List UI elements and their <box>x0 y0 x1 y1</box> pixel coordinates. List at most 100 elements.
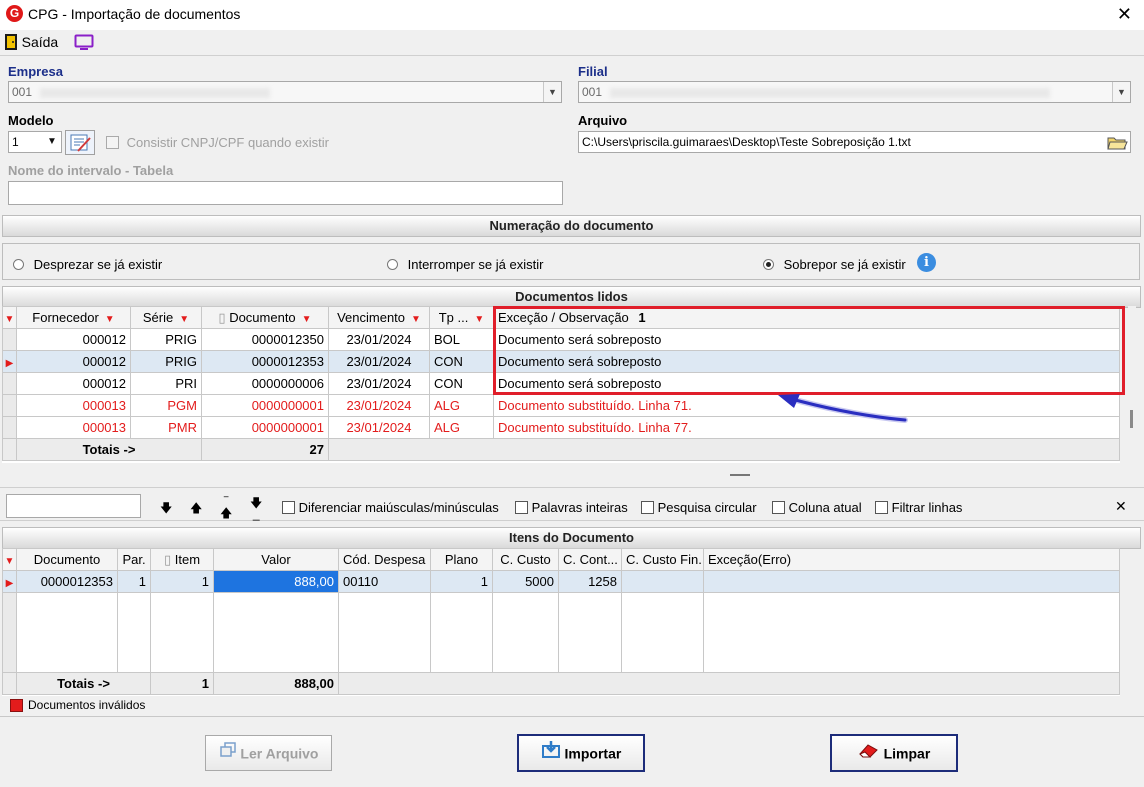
radio-desprezar[interactable]: Desprezar se já existir <box>13 256 162 272</box>
filter-icon[interactable]: ▼ <box>411 314 421 325</box>
opt-whole-checkbox[interactable] <box>515 501 528 515</box>
search-input[interactable] <box>6 494 141 518</box>
cell-cod-despesa[interactable]: 00110 <box>338 570 431 593</box>
find-next-icon[interactable]: 🡇 <box>160 499 172 520</box>
importar-button[interactable]: Importar <box>517 734 645 772</box>
table-row[interactable]: 000013 PGM 0000000001 23/01/2024 ALG Doc… <box>2 394 1120 417</box>
filter-icon[interactable]: ▼ <box>302 314 312 325</box>
scroll-thumb[interactable] <box>1130 410 1133 428</box>
col-c-cont[interactable]: C. Cont... <box>558 548 622 571</box>
filter-icon[interactable]: ▼ <box>474 314 484 325</box>
cell-fornecedor[interactable]: 000013 <box>16 416 131 439</box>
opt-case[interactable]: Diferenciar maiúsculas/minúsculas <box>282 499 499 515</box>
splitter-handle[interactable] <box>730 474 750 476</box>
filter-icon[interactable]: ▼ <box>105 314 115 325</box>
cell-c-custo-fin[interactable] <box>621 570 704 593</box>
table-row[interactable]: 000013 PMR 0000000001 23/01/2024 ALG Doc… <box>2 416 1120 439</box>
cell-tp[interactable]: CON <box>429 350 494 373</box>
find-first-icon[interactable]: ‾ 🡅 <box>220 496 232 519</box>
cell-tp[interactable]: ALG <box>429 394 494 417</box>
col-cod-despesa[interactable]: Cód. Despesa <box>338 548 431 571</box>
col-item[interactable]: ▯ Item <box>150 548 214 571</box>
cell-documento[interactable]: 0000012350 <box>201 328 329 351</box>
radio-desprezar-button[interactable] <box>13 259 24 271</box>
col-c-custo[interactable]: C. Custo <box>492 548 559 571</box>
cell-fornecedor[interactable]: 000012 <box>16 328 131 351</box>
cell-fornecedor[interactable]: 000013 <box>16 394 131 417</box>
grid-menu-icon[interactable]: ▼ <box>2 306 17 329</box>
table-row[interactable]: ▶ 0000012353 1 1 888,00 00110 1 5000 125… <box>2 570 1120 593</box>
opt-column[interactable]: Coluna atual <box>772 499 862 515</box>
cell-vencimento[interactable]: 23/01/2024 <box>328 394 430 417</box>
cell-c-cont[interactable]: 1258 <box>558 570 622 593</box>
cell-vencimento[interactable]: 23/01/2024 <box>328 372 430 395</box>
col-vencimento[interactable]: Vencimento ▼ <box>328 306 430 329</box>
arquivo-input[interactable]: C:\Users\priscila.guimaraes\Desktop\Test… <box>578 131 1131 153</box>
cell-fornecedor[interactable]: 000012 <box>16 350 131 373</box>
col-tp[interactable]: Tp ... ▼ <box>429 306 494 329</box>
cell-fornecedor[interactable]: 000012 <box>16 372 131 395</box>
col-documento[interactable]: ▯ Documento ▼ <box>201 306 329 329</box>
close-icon[interactable]: ✕ <box>1117 3 1132 25</box>
col-documento[interactable]: Documento <box>16 548 118 571</box>
open-folder-icon[interactable] <box>1106 133 1128 151</box>
docs-scrollbar[interactable] <box>1128 306 1136 463</box>
modelo-select[interactable]: 1 ▼ <box>8 131 62 153</box>
grid-menu-icon[interactable]: ▼ <box>2 548 17 571</box>
opt-filter[interactable]: Filtrar linhas <box>875 499 962 515</box>
cell-vencimento[interactable]: 23/01/2024 <box>328 328 430 351</box>
limpar-button[interactable]: Limpar <box>830 734 958 772</box>
col-par[interactable]: Par. <box>117 548 151 571</box>
exit-button[interactable]: Saída <box>4 33 58 53</box>
opt-case-checkbox[interactable] <box>282 501 295 515</box>
cell-c-custo[interactable]: 5000 <box>492 570 559 593</box>
empresa-select[interactable]: 001 ▼ <box>8 81 562 103</box>
cell-serie[interactable]: PRIG <box>130 350 202 373</box>
col-valor[interactable]: Valor <box>213 548 339 571</box>
cell-item[interactable]: 1 <box>150 570 214 593</box>
consistir-checkbox-row[interactable]: Consistir CNPJ/CPF quando existir <box>106 134 329 150</box>
radio-sobrepor[interactable]: Sobrepor se já existir <box>763 256 906 272</box>
col-plano[interactable]: Plano <box>430 548 493 571</box>
cell-tp[interactable]: ALG <box>429 416 494 439</box>
info-icon[interactable]: i <box>917 253 936 272</box>
cell-documento[interactable]: 0000000001 <box>201 416 329 439</box>
cell-documento[interactable]: 0000012353 <box>16 570 118 593</box>
col-fornecedor[interactable]: Fornecedor ▼ <box>16 306 131 329</box>
opt-circular-checkbox[interactable] <box>641 501 654 515</box>
cell-excecao-erro[interactable] <box>703 570 1120 593</box>
cell-documento[interactable]: 0000000001 <box>201 394 329 417</box>
cell-vencimento[interactable]: 23/01/2024 <box>328 350 430 373</box>
opt-column-checkbox[interactable] <box>772 501 785 515</box>
cell-plano[interactable]: 1 <box>430 570 493 593</box>
cell-tp[interactable]: BOL <box>429 328 494 351</box>
ler-arquivo-button[interactable]: Ler Arquivo <box>205 735 332 771</box>
cell-serie[interactable]: PMR <box>130 416 202 439</box>
chevron-down-icon[interactable]: ▼ <box>43 132 61 152</box>
col-serie[interactable]: Série ▼ <box>130 306 202 329</box>
cell-serie[interactable]: PRI <box>130 372 202 395</box>
cell-serie[interactable]: PRIG <box>130 328 202 351</box>
opt-circular[interactable]: Pesquisa circular <box>641 499 757 515</box>
cell-par[interactable]: 1 <box>117 570 151 593</box>
consistir-checkbox[interactable] <box>106 136 119 150</box>
cell-tp[interactable]: CON <box>429 372 494 395</box>
close-search-icon[interactable]: ✕ <box>1115 498 1127 515</box>
find-prev-icon[interactable]: 🡅 <box>190 499 202 520</box>
cell-vencimento[interactable]: 23/01/2024 <box>328 416 430 439</box>
radio-interromper[interactable]: Interromper se já existir <box>387 256 543 272</box>
edit-model-button[interactable] <box>65 130 95 155</box>
chevron-down-icon[interactable]: ▼ <box>543 82 561 102</box>
col-excecao-erro[interactable]: Exceção(Erro) <box>703 548 1120 571</box>
cell-valor[interactable]: 888,00 <box>213 570 339 593</box>
opt-whole[interactable]: Palavras inteiras <box>515 499 628 515</box>
find-last-icon[interactable]: 🡇 _ <box>250 497 262 520</box>
opt-filter-checkbox[interactable] <box>875 501 888 515</box>
chevron-down-icon[interactable]: ▼ <box>1112 82 1130 102</box>
filial-select[interactable]: 001 ▼ <box>578 81 1131 103</box>
itens-grid[interactable]: ▼ Documento Par. ▯ Item Valor Cód. Despe… <box>2 548 1120 696</box>
radio-sobrepor-button[interactable] <box>763 259 774 271</box>
intervalo-input[interactable] <box>8 181 563 205</box>
col-c-custo-fin[interactable]: C. Custo Fin. <box>621 548 704 571</box>
filter-icon[interactable]: ▼ <box>179 314 189 325</box>
